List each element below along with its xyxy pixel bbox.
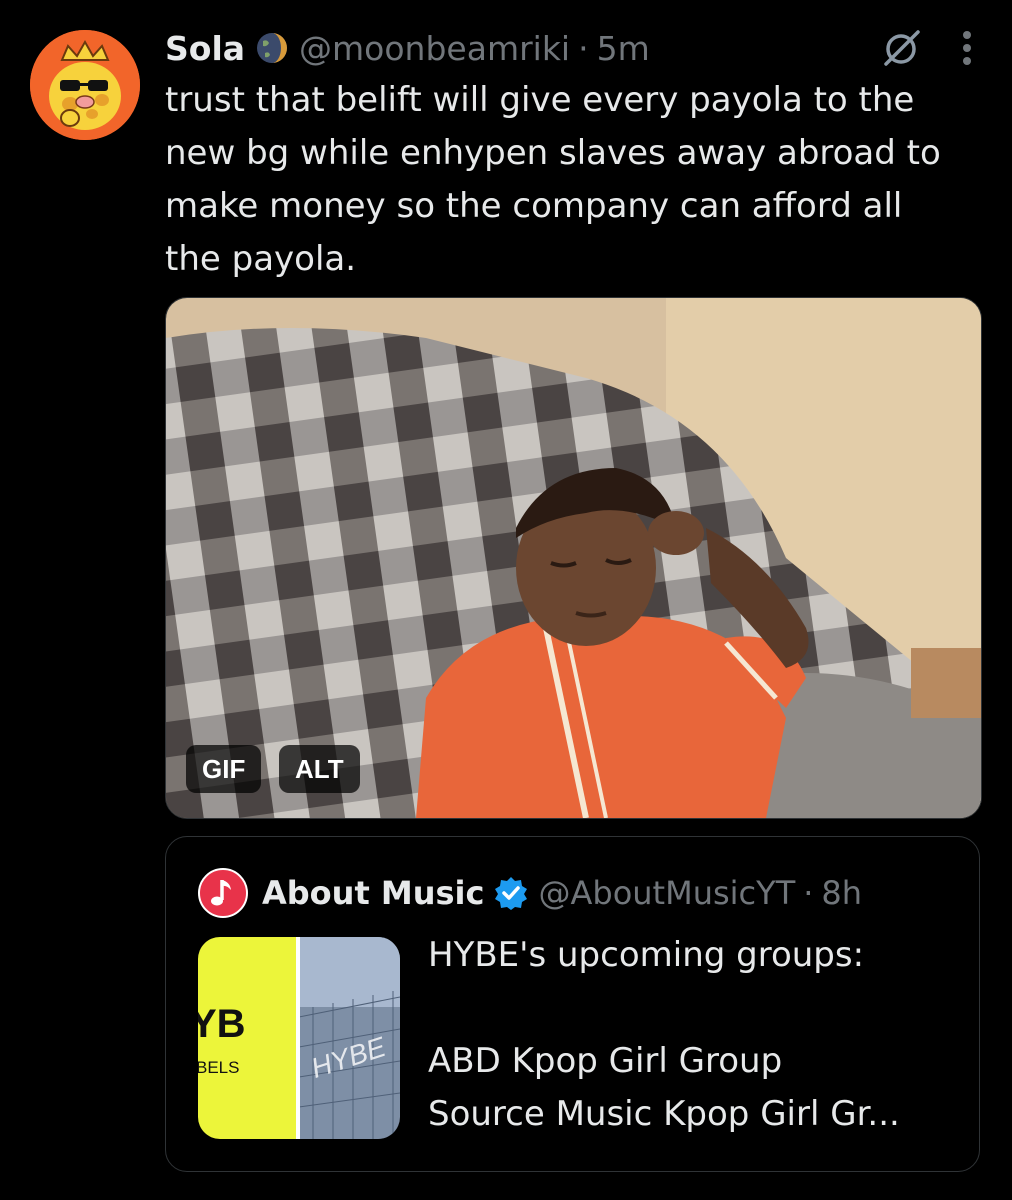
globe-icon <box>255 31 289 65</box>
separator-dot: · <box>578 28 589 68</box>
tweet-text-line: the payola. <box>165 239 357 279</box>
quoted-text-line <box>428 982 968 1035</box>
quoted-display-name[interactable]: About Music <box>262 874 484 912</box>
user-handle[interactable]: @moonbeamriki <box>299 29 570 68</box>
tweet-actions-top <box>880 24 972 72</box>
thumb-left-text: YB <box>198 1002 246 1046</box>
tweet-timestamp[interactable]: 5m <box>597 29 650 68</box>
tweet-text-line: new bg while enhypen slaves away abroad … <box>165 133 941 173</box>
tweet-text-line: trust that belift will give every payola… <box>165 80 915 120</box>
quoted-text-line: ABD Kpop Girl Group <box>428 1041 783 1081</box>
tweet-header: Sola @moonbeamriki · 5m <box>165 24 650 72</box>
gif-badge[interactable]: GIF <box>186 745 262 793</box>
quoted-text-line: Source Music Kpop Girl Gr... <box>428 1094 900 1134</box>
quoted-handle[interactable]: @AboutMusicYT <box>538 874 795 912</box>
tweet-body: trust that belift will give every payola… <box>165 74 995 286</box>
quoted-tweet-header: About Music @AboutMusicYT · 8h <box>198 868 862 918</box>
user-display-name[interactable]: Sola <box>165 29 245 68</box>
user-avatar[interactable] <box>30 30 140 140</box>
quoted-tweet-body: HYBE's upcoming groups: ABD Kpop Girl Gr… <box>428 929 968 1141</box>
gif-media[interactable]: GIF ALT <box>165 297 982 819</box>
verified-badge-icon <box>494 876 528 910</box>
music-note-icon[interactable] <box>198 868 248 918</box>
gif-image <box>166 298 981 818</box>
more-vertical-icon[interactable] <box>962 30 972 66</box>
tweet[interactable]: Sola @moonbeamriki · 5m trust that belif… <box>0 0 1012 1200</box>
quoted-thumbnail[interactable]: YB BELS HYBE <box>198 937 400 1139</box>
yellow-cartoon-duck-avatar <box>30 30 140 140</box>
hybe-thumbnail-image: YB BELS HYBE <box>198 937 400 1139</box>
quoted-text-line: HYBE's upcoming groups: <box>428 935 865 975</box>
grok-icon[interactable] <box>880 26 924 70</box>
quoted-tweet[interactable]: About Music @AboutMusicYT · 8h YB BELS H… <box>165 836 980 1172</box>
thumb-left-subtext: BELS <box>198 1058 239 1077</box>
tweet-text-line: make money so the company can afford all <box>165 186 903 226</box>
alt-badge[interactable]: ALT <box>279 745 360 793</box>
quoted-timestamp[interactable]: 8h <box>821 874 862 912</box>
separator-dot: · <box>803 874 814 912</box>
